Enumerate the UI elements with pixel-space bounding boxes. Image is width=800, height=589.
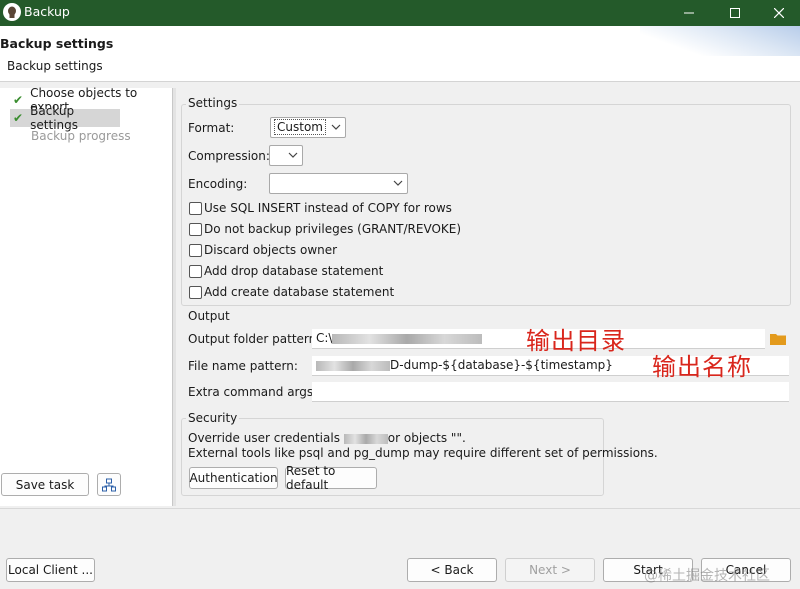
wizard-header: Backup settings Backup settings bbox=[0, 26, 800, 82]
redacted-path bbox=[332, 333, 483, 344]
use-sql-insert-label: Use SQL INSERT instead of COPY for rows bbox=[204, 201, 452, 215]
annotation-file-name: 输出名称 bbox=[652, 353, 752, 381]
step-label: Backup progress bbox=[31, 129, 131, 143]
close-button[interactable] bbox=[756, 0, 800, 26]
discard-owner-checkbox[interactable] bbox=[189, 244, 202, 257]
compression-label: Compression: bbox=[188, 149, 270, 163]
encoding-label: Encoding: bbox=[188, 177, 248, 191]
folder-icon[interactable] bbox=[770, 332, 786, 348]
task-manager-button[interactable] bbox=[97, 473, 121, 496]
watermark-text: @稀土掘金技术社区 bbox=[644, 568, 770, 584]
format-label: Format: bbox=[188, 121, 235, 135]
step-backup-settings[interactable]: ✔ Backup settings bbox=[10, 104, 120, 132]
maximize-button[interactable] bbox=[712, 0, 758, 26]
back-button[interactable]: < Back bbox=[407, 558, 497, 582]
step-backup-progress[interactable]: Backup progress bbox=[10, 127, 170, 145]
add-create-db-label: Add create database statement bbox=[204, 285, 395, 299]
page-subtitle: Backup settings bbox=[7, 59, 103, 73]
security-override-text: Override user credentials or objects "". bbox=[188, 431, 466, 445]
override-text-b: or objects "". bbox=[387, 431, 466, 445]
chevron-down-icon bbox=[393, 180, 403, 186]
folder-label: Output folder pattern: bbox=[188, 332, 321, 346]
settings-legend: Settings bbox=[186, 96, 240, 110]
minimize-button[interactable] bbox=[666, 0, 712, 26]
redacted-prefix bbox=[316, 360, 390, 371]
next-button[interactable]: Next > bbox=[505, 558, 595, 582]
check-icon: ✔ bbox=[13, 93, 24, 107]
chevron-down-icon bbox=[288, 152, 298, 158]
chevron-down-icon bbox=[331, 124, 341, 130]
header-decoration bbox=[640, 26, 800, 56]
discard-owner-label: Discard objects owner bbox=[204, 243, 338, 257]
local-client-button[interactable]: Local Client ... bbox=[6, 558, 95, 582]
window-title: Backup bbox=[24, 4, 70, 19]
page-title: Backup settings bbox=[0, 36, 114, 51]
add-create-db-checkbox[interactable] bbox=[189, 286, 202, 299]
extra-args-label: Extra command args: bbox=[188, 385, 318, 399]
authentication-button[interactable]: Authentication bbox=[189, 467, 278, 489]
save-task-button[interactable]: Save task bbox=[1, 473, 89, 496]
check-icon: ✔ bbox=[13, 111, 24, 125]
no-privileges-checkbox[interactable] bbox=[189, 223, 202, 236]
redacted-user bbox=[343, 433, 388, 444]
pane-splitter[interactable] bbox=[172, 88, 176, 506]
extra-args-input[interactable] bbox=[312, 382, 789, 402]
wizard-steps-pane bbox=[0, 88, 172, 506]
encoding-select[interactable] bbox=[269, 173, 408, 194]
tree-icon bbox=[102, 478, 116, 491]
title-bar: Backup bbox=[0, 0, 800, 26]
annotation-output-folder: 输出目录 bbox=[526, 327, 626, 355]
add-drop-db-label: Add drop database statement bbox=[204, 264, 384, 278]
reset-to-default-button[interactable]: Reset to default bbox=[285, 464, 377, 492]
security-permissions-text: External tools like psql and pg_dump may… bbox=[188, 446, 658, 460]
format-select[interactable]: Custom bbox=[270, 117, 346, 138]
format-value: Custom bbox=[274, 119, 326, 135]
use-sql-insert-checkbox[interactable] bbox=[189, 202, 202, 215]
security-legend: Security bbox=[186, 411, 240, 425]
folder-value: C:\ bbox=[316, 331, 333, 345]
file-name-label: File name pattern: bbox=[188, 359, 298, 373]
output-legend: Output bbox=[186, 309, 232, 323]
add-drop-db-checkbox[interactable] bbox=[189, 265, 202, 278]
file-name-value: D-dump-${database}-${timestamp} bbox=[390, 358, 613, 372]
no-privileges-label: Do not backup privileges (GRANT/REVOKE) bbox=[204, 222, 462, 236]
app-logo-icon bbox=[3, 3, 21, 21]
compression-select[interactable] bbox=[269, 145, 303, 166]
override-text-a: Override user credentials bbox=[188, 431, 340, 445]
